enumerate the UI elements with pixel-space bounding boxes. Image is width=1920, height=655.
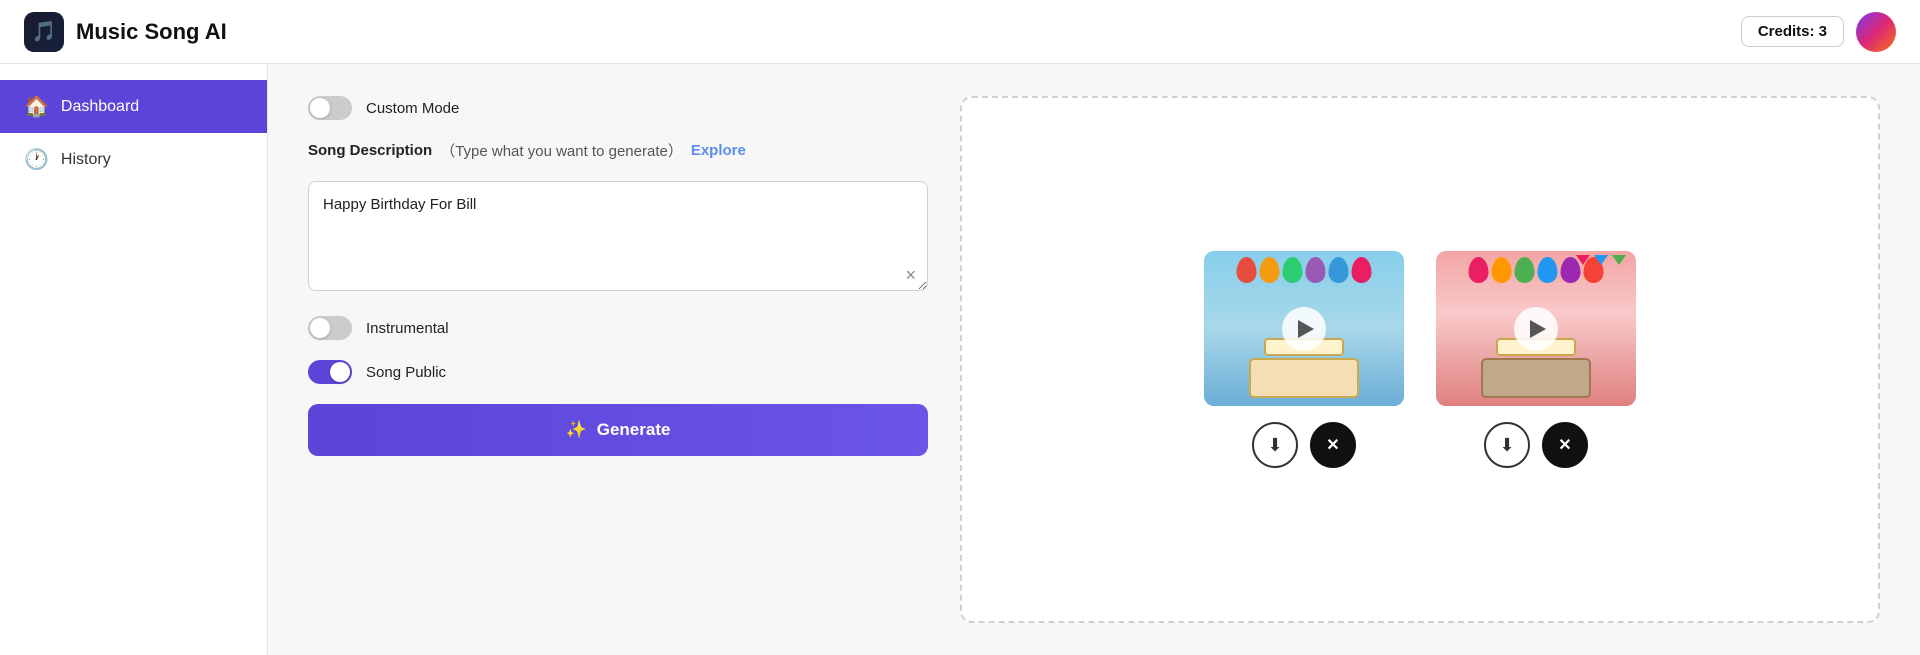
song-description-hint: （Type what you want to generate）	[440, 140, 683, 161]
credits-badge: Credits: 3	[1741, 16, 1844, 47]
balloon-red	[1237, 257, 1257, 283]
generate-icon: ✨	[566, 420, 587, 440]
sidebar-item-label-history: History	[61, 151, 111, 169]
sidebar-item-dashboard[interactable]: 🏠 Dashboard	[0, 80, 267, 133]
download-button-1[interactable]: ⬇	[1252, 422, 1298, 468]
sidebar: 🏠 Dashboard 🕐 History	[0, 64, 268, 655]
flag-2	[1594, 255, 1608, 265]
generate-label: Generate	[597, 420, 671, 440]
custom-mode-row: Custom Mode	[308, 96, 928, 120]
share-x-button-2[interactable]: ✕	[1542, 422, 1588, 468]
clear-textarea-button[interactable]: ×	[905, 266, 916, 284]
custom-mode-label: Custom Mode	[366, 100, 459, 117]
song-public-label: Song Public	[366, 364, 446, 381]
song-public-row: Song Public	[308, 360, 928, 384]
balloons-1	[1237, 257, 1372, 283]
toggle-knob	[310, 98, 330, 118]
download-icon-1: ⬇	[1267, 435, 1282, 456]
app-header: 🎵 Music Song AI Credits: 3	[0, 0, 1920, 64]
download-button-2[interactable]: ⬇	[1484, 422, 1530, 468]
balloon-blue	[1329, 257, 1349, 283]
left-panel: Custom Mode Song Description （Type what …	[308, 96, 928, 623]
balloon-pink	[1352, 257, 1372, 283]
play-button-1[interactable]	[1282, 307, 1326, 351]
streamers	[1576, 255, 1626, 265]
song-public-toggle-knob	[330, 362, 350, 382]
balloon-green2	[1515, 257, 1535, 283]
x-icon-2: ✕	[1558, 435, 1571, 455]
play-icon-2	[1530, 320, 1546, 338]
balloon-purple	[1306, 257, 1326, 283]
balloon-blue2	[1538, 257, 1558, 283]
explore-link[interactable]: Explore	[691, 142, 746, 159]
balloon-green	[1283, 257, 1303, 283]
sidebar-item-label-dashboard: Dashboard	[61, 98, 139, 116]
history-icon: 🕐	[24, 147, 49, 172]
avatar[interactable]	[1856, 12, 1896, 52]
song-description-section: Song Description （Type what you want to …	[308, 140, 928, 161]
instrumental-row: Instrumental	[308, 316, 928, 340]
cake-bottom-layer	[1249, 358, 1359, 398]
share-x-button-1[interactable]: ✕	[1310, 422, 1356, 468]
balloon-pink2	[1469, 257, 1489, 283]
instrumental-toggle[interactable]	[308, 316, 352, 340]
instrumental-toggle-knob	[310, 318, 330, 338]
video-thumb-2	[1436, 251, 1636, 406]
video-card-2: ⬇ ✕	[1436, 251, 1636, 468]
play-button-2[interactable]	[1514, 307, 1558, 351]
video-card-1: ⬇ ✕	[1204, 251, 1404, 468]
video-actions-1: ⬇ ✕	[1252, 422, 1356, 468]
videos-row: ⬇ ✕	[1204, 251, 1636, 468]
balloon-orange	[1260, 257, 1280, 283]
right-panel: ⬇ ✕	[960, 96, 1880, 623]
sidebar-item-history[interactable]: 🕐 History	[0, 133, 267, 186]
header-left: 🎵 Music Song AI	[24, 12, 227, 52]
instrumental-label: Instrumental	[366, 320, 449, 337]
video-thumb-1	[1204, 251, 1404, 406]
layout: 🏠 Dashboard 🕐 History Custom Mode Song D…	[0, 64, 1920, 655]
balloon-orange2	[1492, 257, 1512, 283]
app-icon: 🎵	[24, 12, 64, 52]
app-title: Music Song AI	[76, 19, 227, 45]
song-public-toggle[interactable]	[308, 360, 352, 384]
flag-1	[1576, 255, 1590, 265]
flag-3	[1612, 255, 1626, 265]
video-actions-2: ⬇ ✕	[1484, 422, 1588, 468]
song-description-input[interactable]: Happy Birthday For Bill	[308, 181, 928, 291]
x-icon-1: ✕	[1326, 435, 1339, 455]
textarea-wrap: Happy Birthday For Bill ×	[308, 181, 928, 296]
custom-mode-toggle[interactable]	[308, 96, 352, 120]
home-icon: 🏠	[24, 94, 49, 119]
play-icon-1	[1298, 320, 1314, 338]
header-right: Credits: 3	[1741, 12, 1896, 52]
main-content: Custom Mode Song Description （Type what …	[268, 64, 1920, 655]
song-description-label: Song Description	[308, 142, 432, 159]
generate-button[interactable]: ✨ Generate	[308, 404, 928, 456]
download-icon-2: ⬇	[1499, 435, 1514, 456]
cake-bottom-layer-2	[1481, 358, 1591, 398]
